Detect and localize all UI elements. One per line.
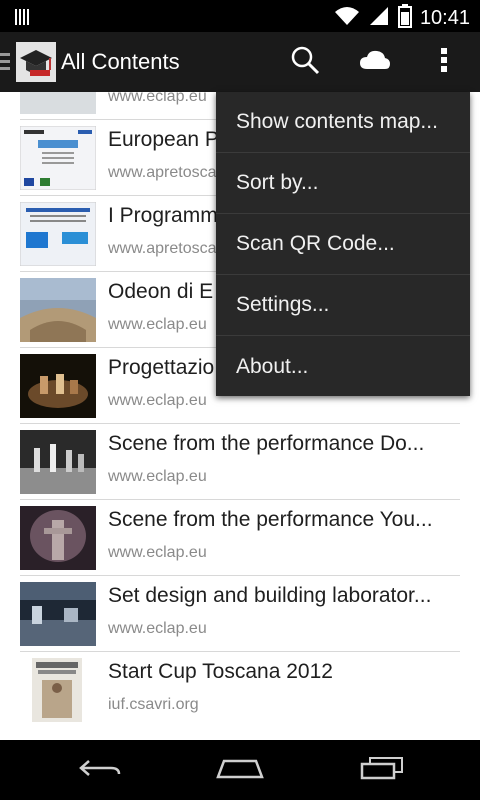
thumbnail [20, 582, 96, 646]
clock: 10:41 [419, 6, 470, 29]
battery-icon [397, 4, 412, 32]
navigation-bar [0, 740, 480, 800]
item-title: Start Cup Toscana 2012 [108, 660, 333, 683]
back-button[interactable] [60, 740, 140, 800]
thumbnail [20, 430, 96, 494]
menu-item-settings[interactable]: Settings... [216, 275, 470, 336]
list-item[interactable]: Start Cup Toscana 2012 iuf.csavri.org [20, 652, 460, 728]
thumbnail [20, 658, 96, 722]
notification-icon [14, 8, 30, 30]
item-title: Set design and building laborator... [108, 584, 432, 607]
list-item[interactable]: Scene from the performance You... www.ec… [20, 500, 460, 576]
cloud-button[interactable] [343, 32, 407, 92]
signal-icon [368, 5, 390, 31]
drawer-indicator-icon[interactable] [0, 51, 12, 73]
cloud-icon [359, 49, 391, 75]
item-source: www.eclap.eu [108, 620, 207, 637]
thumbnail [19, 125, 97, 191]
overflow-menu-button[interactable] [412, 32, 476, 92]
item-title: Scene from the performance Do... [108, 432, 425, 455]
menu-item-sort-by[interactable]: Sort by... [216, 153, 470, 214]
menu-item-about[interactable]: About... [216, 336, 470, 397]
thumbnail [19, 201, 97, 267]
status-bar: 10:41 [0, 0, 480, 32]
home-icon [216, 757, 264, 783]
thumbnail [20, 92, 96, 114]
recent-apps-icon [360, 756, 404, 784]
home-button[interactable] [200, 740, 280, 800]
action-bar: All Contents [0, 32, 480, 92]
overflow-menu: Show contents map... Sort by... Scan QR … [216, 92, 470, 396]
item-title: Scene from the performance You... [108, 508, 433, 531]
page-title: All Contents [61, 49, 180, 74]
thumbnail [20, 506, 96, 570]
wifi-icon [334, 5, 360, 31]
item-source: www.eclap.eu [108, 468, 207, 485]
overflow-menu-icon [440, 47, 448, 77]
item-source: iuf.csavri.org [108, 696, 199, 713]
back-icon [79, 757, 121, 783]
menu-item-show-contents-map[interactable]: Show contents map... [216, 92, 470, 153]
search-icon [290, 45, 320, 79]
search-button[interactable] [273, 32, 337, 92]
thumbnail [20, 354, 96, 418]
list-item[interactable]: Scene from the performance Do... www.ecl… [20, 424, 460, 500]
thumbnail [20, 278, 96, 342]
list-item[interactable]: Set design and building laborator... www… [20, 576, 460, 652]
menu-item-scan-qr-code[interactable]: Scan QR Code... [216, 214, 470, 275]
recent-apps-button[interactable] [342, 740, 422, 800]
app-logo-icon[interactable] [16, 42, 56, 82]
item-source: www.eclap.eu [108, 544, 207, 561]
